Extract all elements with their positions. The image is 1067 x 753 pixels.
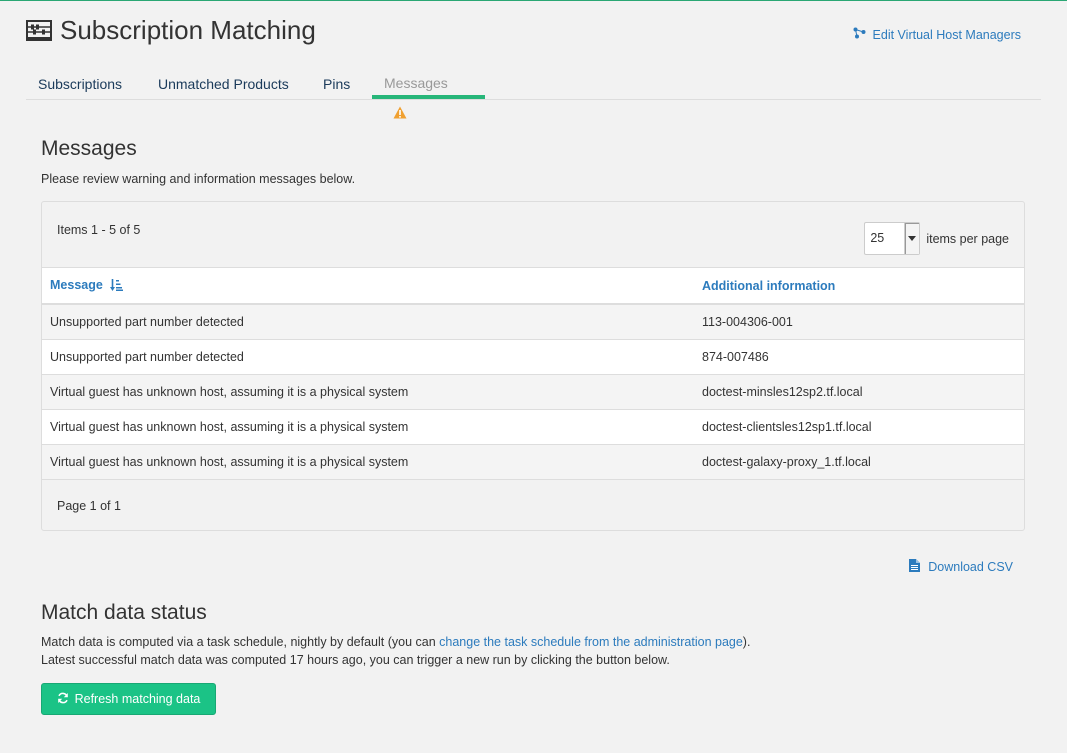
info-cell: doctest-minsles12sp2.tf.local: [694, 374, 1024, 410]
items-per-page: 25 items per page: [864, 222, 1009, 255]
items-per-page-value: 25: [870, 231, 885, 245]
edit-virtual-host-managers-link[interactable]: Edit Virtual Host Managers: [853, 27, 1021, 42]
refresh-icon: [57, 692, 75, 707]
caret-down-icon: [904, 223, 920, 254]
pagination-text: Page 1 of 1: [57, 499, 121, 513]
warning-icon: [393, 106, 407, 122]
items-per-page-label: items per page: [926, 231, 1009, 246]
tab-messages[interactable]: Messages: [372, 69, 485, 119]
messages-table: Message Additional information Unsupport…: [42, 267, 1024, 480]
tab-label: Pins: [323, 76, 351, 92]
message-cell: Virtual guest has unknown host, assuming…: [42, 409, 694, 445]
table-row: Unsupported part number detected 874-007…: [42, 339, 1024, 375]
tab-unmatched-products[interactable]: Unmatched Products: [146, 69, 301, 99]
tab-pins[interactable]: Pins: [311, 69, 362, 99]
items-per-page-select[interactable]: 25: [864, 222, 921, 255]
message-cell: Virtual guest has unknown host, assuming…: [42, 374, 694, 410]
message-cell: Unsupported part number detected: [42, 304, 694, 340]
column-header-message[interactable]: Message: [42, 267, 694, 305]
tab-subscriptions[interactable]: Subscriptions: [26, 69, 134, 99]
info-cell: doctest-clientsles12sp1.tf.local: [694, 409, 1024, 445]
table-row: Virtual guest has unknown host, assuming…: [42, 374, 1024, 410]
sort-ascending-icon: [110, 278, 124, 294]
status-text: Match data is computed via a task schedu…: [41, 635, 440, 649]
download-csv-label: Download CSV: [928, 560, 1013, 574]
items-count: Items 1 - 5 of 5: [57, 223, 141, 237]
message-cell: Virtual guest has unknown host, assuming…: [42, 444, 694, 480]
status-text: ).: [742, 635, 751, 649]
messages-table-panel: Items 1 - 5 of 5 25 items per page Messa…: [41, 201, 1025, 531]
table-row: Unsupported part number detected 113-004…: [42, 304, 1024, 340]
refresh-button-label: Refresh matching data: [74, 692, 201, 706]
info-cell: 874-007486: [694, 339, 1024, 375]
table-header-row: Message Additional information: [42, 267, 1024, 305]
messages-heading: Messages: [41, 137, 137, 160]
tab-label: Messages: [384, 75, 448, 91]
tab-bar: Subscriptions Unmatched Products Pins Me…: [26, 69, 1041, 119]
table-row: Virtual guest has unknown host, assuming…: [42, 409, 1024, 445]
page-title: Subscription Matching: [60, 15, 316, 45]
table-row: Virtual guest has unknown host, assuming…: [42, 444, 1024, 480]
status-line-1: Match data is computed via a task schedu…: [41, 635, 750, 649]
tab-label: Unmatched Products: [158, 76, 289, 92]
status-line-2: Latest successful match data was compute…: [41, 653, 670, 667]
download-csv-link[interactable]: Download CSV: [909, 559, 1013, 575]
tab-label: Subscriptions: [38, 76, 123, 92]
task-schedule-link[interactable]: change the task schedule from the admini…: [439, 635, 743, 649]
abacus-icon: [26, 19, 52, 42]
network-icon: [853, 27, 873, 42]
page-header: Subscription Matching: [26, 15, 316, 46]
column-header-additional-information[interactable]: Additional information: [694, 267, 1024, 305]
info-cell: 113-004306-001: [694, 304, 1024, 340]
edit-vhm-label: Edit Virtual Host Managers: [872, 27, 1021, 42]
message-cell: Unsupported part number detected: [42, 339, 694, 375]
match-data-status-heading: Match data status: [41, 601, 207, 624]
info-cell: doctest-galaxy-proxy_1.tf.local: [694, 444, 1024, 480]
messages-description: Please review warning and information me…: [41, 172, 356, 186]
file-icon: [909, 559, 928, 575]
refresh-matching-data-button[interactable]: Refresh matching data: [41, 683, 216, 715]
column-header-label: Message: [50, 277, 103, 292]
